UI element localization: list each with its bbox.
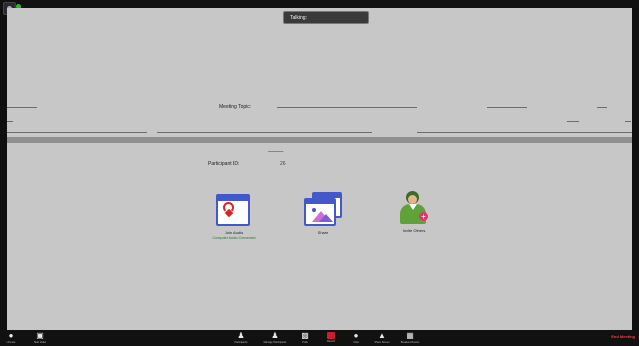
join-audio-card[interactable]: Join Audio Computer Audio Connected <box>194 192 274 240</box>
invite-url-row <box>7 130 632 135</box>
share-card[interactable]: Share <box>283 192 363 235</box>
video-icon: ▣ <box>36 331 44 340</box>
end-meeting-button[interactable]: End Meeting <box>611 334 635 339</box>
participants-button[interactable]: ♟ Participants <box>231 331 251 345</box>
invite-others-label: Invite Others <box>402 228 426 233</box>
participant-id-value: 26 <box>280 161 286 167</box>
meeting-topic-row <box>7 105 632 110</box>
share-screen-icon <box>302 192 344 228</box>
polls-button[interactable]: ▩ Polls <box>298 331 312 345</box>
participant-id-label: Participant ID: <box>208 161 240 167</box>
manage-participants-button[interactable]: ♟ Manage Participants <box>257 331 293 345</box>
breakout-rooms-button[interactable]: ▦ Breakout Rooms <box>396 331 424 345</box>
top-bar <box>0 0 639 15</box>
host-row <box>7 119 632 124</box>
participants-icon: ♟ <box>237 331 245 340</box>
record-button[interactable]: Record <box>324 331 338 345</box>
chat-icon: ● <box>353 331 359 340</box>
headset-icon <box>213 192 255 228</box>
talking-indicator: Talking: <box>283 11 369 24</box>
chat-button[interactable]: ● Chat <box>349 331 363 345</box>
join-audio-sublabel: Computer Audio Connected <box>212 236 256 240</box>
unmute-button[interactable]: ● Unmute <box>4 331 18 345</box>
start-video-button[interactable]: ▣ Start Video <box>30 331 50 345</box>
meeting-stage: Talking: Meeting Topic: ▁▁▁▁▁ Participan… <box>7 8 632 330</box>
join-audio-label: Join Audio <box>224 230 244 235</box>
share-label: Share <box>317 230 329 235</box>
breakout-rooms-icon: ▦ <box>406 331 414 340</box>
invite-person-icon: + <box>393 190 435 226</box>
share-screen-button[interactable]: ▲ Share Screen <box>373 331 391 345</box>
share-screen-icon: ▲ <box>378 331 386 340</box>
meeting-topic-label: Meeting Topic: <box>219 104 252 110</box>
invite-others-card[interactable]: + Invite Others <box>374 190 454 233</box>
polling-icon: ▩ <box>301 331 309 340</box>
record-icon <box>327 332 335 339</box>
separator-band <box>7 137 632 143</box>
manage-participants-icon: ♟ <box>271 331 279 340</box>
microphone-icon: ● <box>8 331 14 340</box>
meeting-toolbar: ● Unmute ▣ Start Video ♟ Participants ♟ … <box>0 330 639 346</box>
zoom-meeting-window: Talking: Meeting Topic: ▁▁▁▁▁ Participan… <box>0 0 639 346</box>
copy-url-link[interactable]: ▁▁▁▁▁ <box>268 147 283 152</box>
